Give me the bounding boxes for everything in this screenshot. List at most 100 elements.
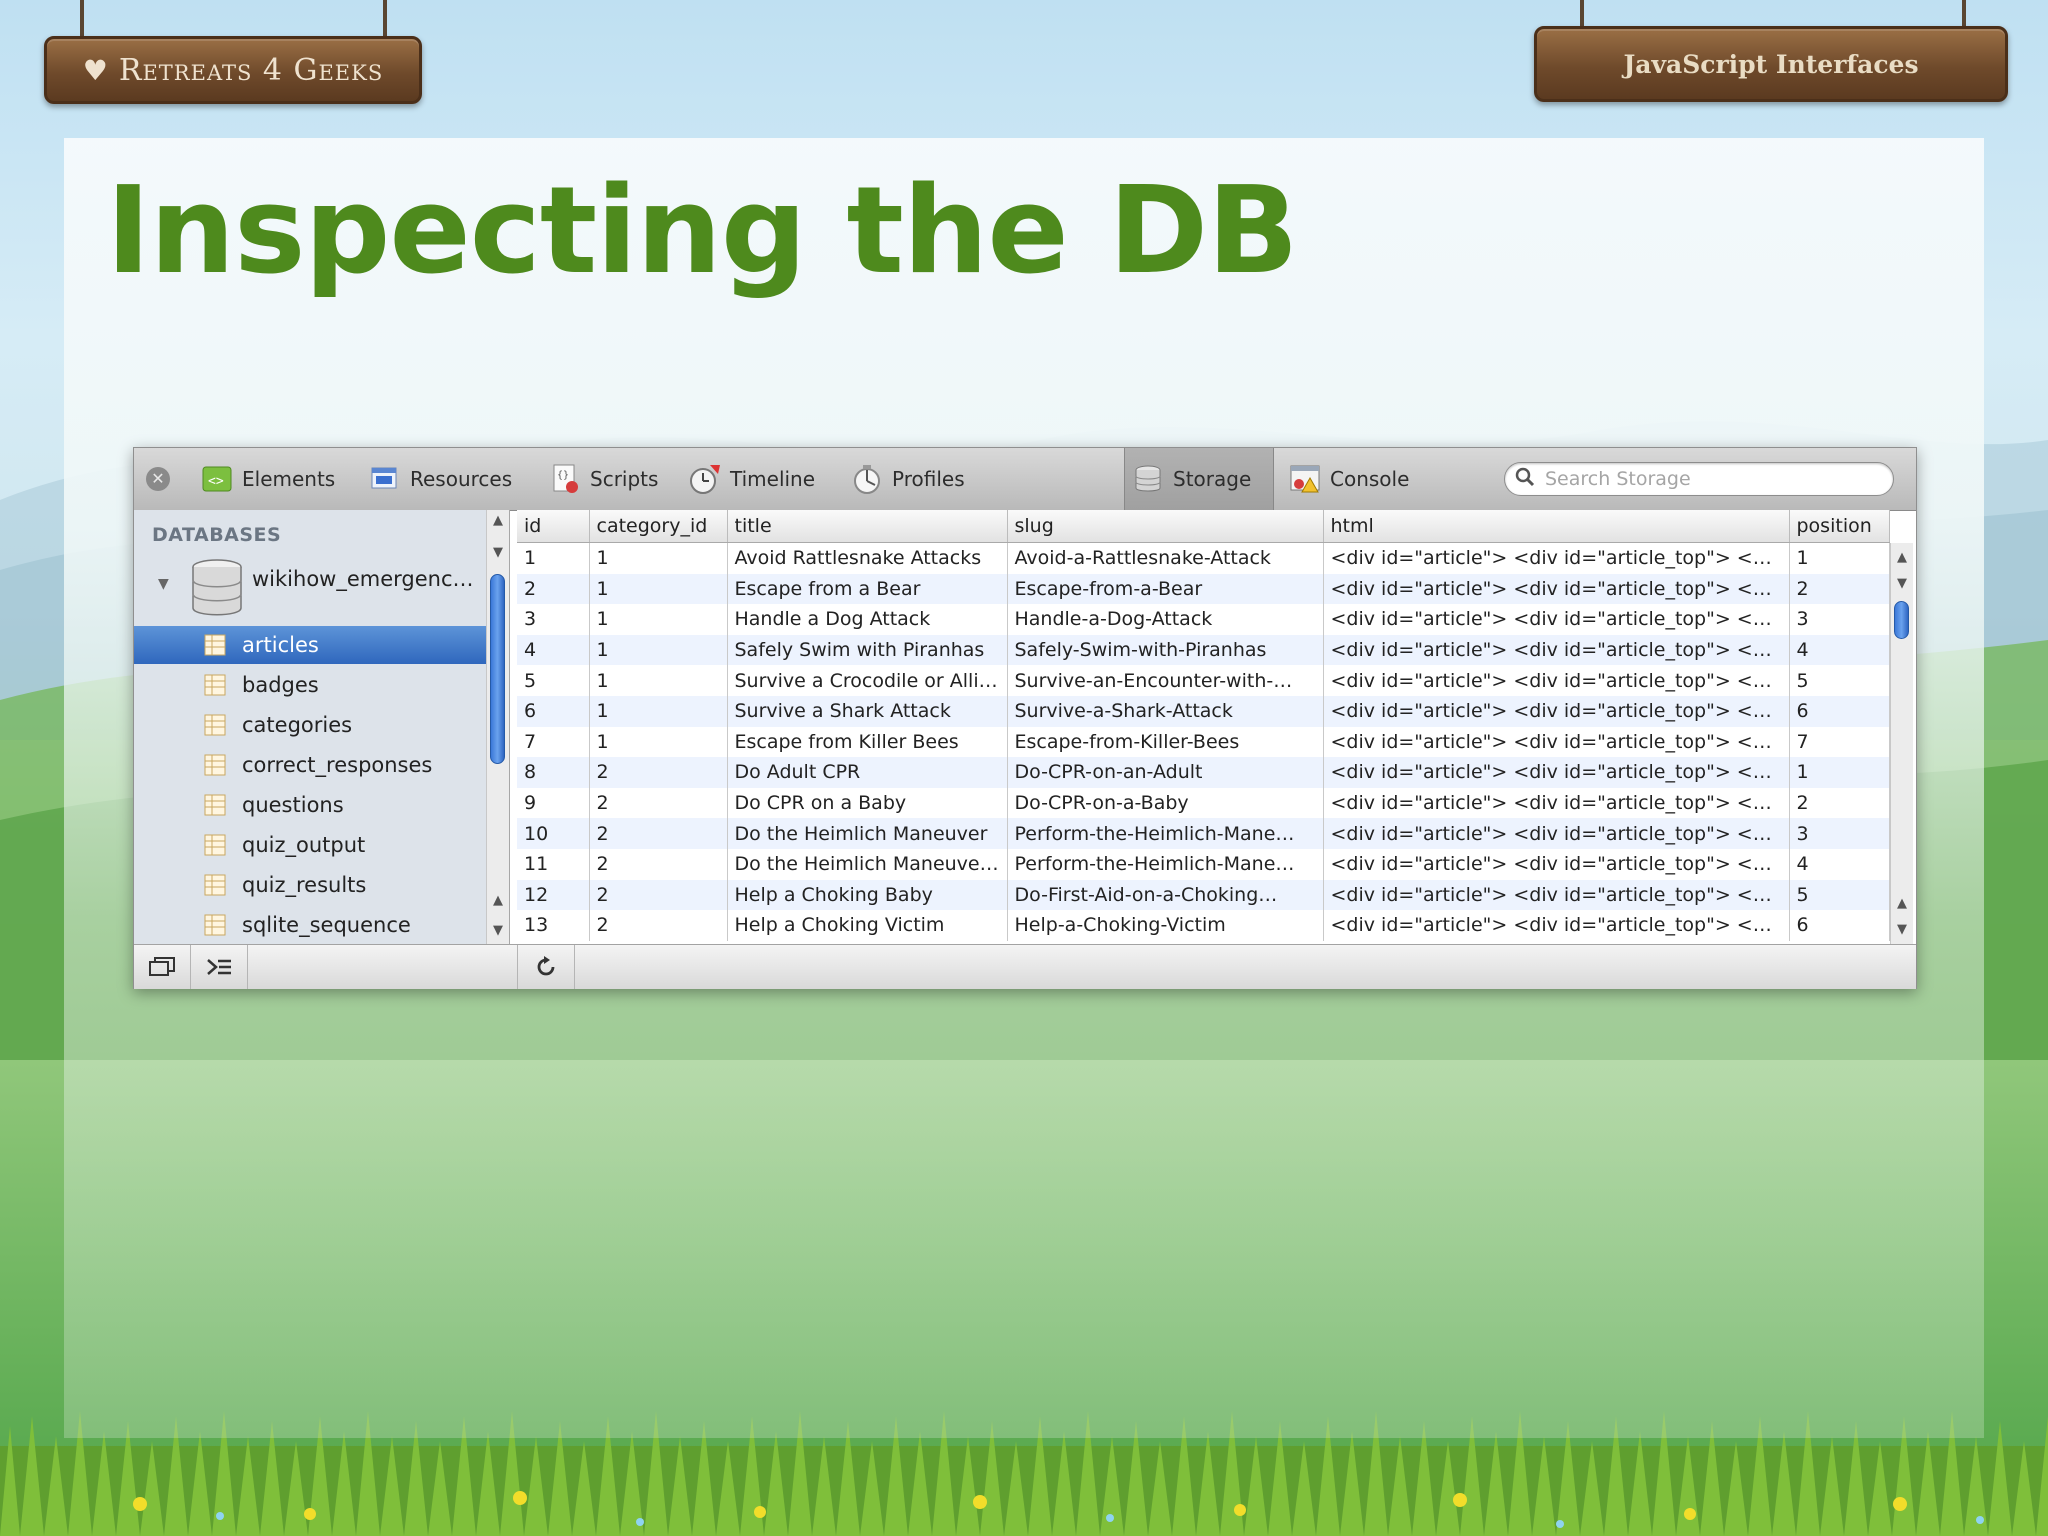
scrollbar-thumb[interactable] (490, 574, 505, 764)
cell-id: 10 (517, 818, 590, 849)
cell-category-id: 1 (589, 634, 728, 666)
resources-icon (368, 462, 402, 496)
close-button[interactable]: ✕ (146, 467, 170, 491)
course-title: JavaScript Interfaces (1623, 49, 1919, 79)
undock-icon (149, 957, 175, 976)
cell-html: <div id="article"> <div id="article_top"… (1323, 787, 1790, 819)
database-name: wikihow_emergenc… (252, 567, 474, 591)
scrollbar-thumb[interactable] (1894, 601, 1909, 639)
cell-title: Safely Swim with Piranhas (727, 634, 1008, 666)
search-storage-box[interactable] (1504, 462, 1894, 496)
table-row[interactable]: 6 1 Survive a Shark Attack Survive-a-Sha… (517, 695, 1890, 727)
disclosure-triangle-icon[interactable]: ▼ (158, 576, 169, 592)
column-header-id[interactable]: id (517, 510, 590, 543)
scroll-down-arrow-icon[interactable]: ▼ (1891, 919, 1913, 941)
sidebar-item-badges[interactable]: badges (134, 666, 486, 704)
cell-category-id: 2 (589, 910, 728, 941)
scroll-down-arrow-icon[interactable]: ▼ (487, 542, 509, 564)
table-icon (204, 754, 226, 776)
scroll-down-arrow-icon[interactable]: ▼ (1891, 573, 1913, 595)
table-row[interactable]: 8 2 Do Adult CPR Do-CPR-on-an-Adult <div… (517, 757, 1890, 788)
scroll-up-arrow-icon[interactable]: ▲ (1891, 893, 1913, 915)
brand-name: Retreats 4 Geeks (118, 52, 384, 88)
tab-scripts[interactable]: {} Scripts (542, 456, 664, 502)
search-storage-input[interactable] (1543, 467, 1887, 491)
tab-timeline[interactable]: Timeline (682, 456, 821, 502)
cell-category-id: 2 (589, 848, 728, 880)
table-row[interactable]: 11 2 Do the Heimlich Maneuve… Perform-th… (517, 848, 1890, 880)
sidebar-scrollbar[interactable]: ▲ ▼ ▲ ▼ (486, 510, 510, 944)
column-header-title[interactable]: title (727, 510, 1008, 543)
cell-title: Do Adult CPR (727, 757, 1008, 788)
scroll-down-arrow-icon[interactable]: ▼ (487, 920, 509, 942)
tab-resources[interactable]: Resources (362, 456, 518, 502)
cell-title: Avoid Rattlesnake Attacks (727, 542, 1008, 574)
table-row[interactable]: 4 1 Safely Swim with Piranhas Safely-Swi… (517, 634, 1890, 666)
table-icon (204, 794, 226, 816)
table-row[interactable]: 13 2 Help a Choking Victim Help-a-Chokin… (517, 910, 1890, 941)
cell-title: Do the Heimlich Maneuver (727, 818, 1008, 849)
rope (80, 0, 84, 40)
tab-elements[interactable]: <> Elements (194, 456, 341, 502)
sidebar-item-correct-responses[interactable]: correct_responses (134, 746, 486, 784)
scroll-up-arrow-icon[interactable]: ▲ (487, 890, 509, 912)
sidebar-item-articles[interactable]: articles (134, 626, 486, 664)
scroll-up-arrow-icon[interactable]: ▲ (1891, 547, 1913, 569)
cell-category-id: 2 (589, 757, 728, 788)
grid-scrollbar[interactable]: ▲ ▼ ▲ ▼ (1890, 543, 1913, 944)
column-header-html[interactable]: html (1323, 510, 1790, 543)
cell-position: 2 (1789, 787, 1890, 819)
cell-slug: Perform-the-Heimlich-Mane… (1007, 818, 1324, 849)
cell-title: Help a Choking Baby (727, 879, 1008, 911)
scroll-up-arrow-icon[interactable]: ▲ (487, 510, 509, 532)
table-row[interactable]: 1 1 Avoid Rattlesnake Attacks Avoid-a-Ra… (517, 542, 1890, 574)
table-row[interactable]: 3 1 Handle a Dog Attack Handle-a-Dog-Att… (517, 604, 1890, 635)
tab-console[interactable]: Console (1282, 456, 1415, 502)
console-toggle-button[interactable] (191, 945, 248, 989)
brand-sign: ♥ Retreats 4 Geeks (44, 36, 422, 104)
sidebar-item-questions[interactable]: questions (134, 786, 486, 824)
column-header-position[interactable]: position (1789, 510, 1890, 543)
cell-id: 2 (517, 573, 590, 605)
tab-label: Resources (410, 467, 513, 491)
sidebar-item-label: articles (242, 633, 319, 657)
sidebar-item-quiz-output[interactable]: quiz_output (134, 826, 486, 864)
table-row[interactable]: 7 1 Escape from Killer Bees Escape-from-… (517, 726, 1890, 758)
sidebar-item-categories[interactable]: categories (134, 706, 486, 744)
storage-icon (1131, 462, 1165, 496)
cell-id: 8 (517, 757, 590, 788)
table-row[interactable]: 5 1 Survive a Crocodile or Alli… Survive… (517, 665, 1890, 696)
sidebar-item-label: categories (242, 713, 353, 737)
table-row[interactable]: 9 2 Do CPR on a Baby Do-CPR-on-a-Baby <d… (517, 787, 1890, 819)
cell-title: Do the Heimlich Maneuve… (727, 848, 1008, 880)
database-item[interactable]: ▼ wikihow_emergenc… (134, 550, 486, 616)
tab-label: Console (1330, 467, 1410, 491)
tab-label: Timeline (730, 467, 816, 491)
cell-id: 4 (517, 634, 590, 666)
cell-position: 3 (1789, 604, 1890, 635)
undock-button[interactable] (134, 945, 191, 989)
tab-profiles[interactable]: Profiles (844, 456, 971, 502)
cell-title: Survive a Shark Attack (727, 695, 1008, 727)
tab-label: Storage (1173, 467, 1252, 491)
table-icon (204, 914, 226, 936)
slide-title: Inspecting the DB (106, 162, 1299, 301)
cell-title: Escape from Killer Bees (727, 726, 1008, 758)
table-icon (204, 834, 226, 856)
table-row[interactable]: 2 1 Escape from a Bear Escape-from-a-Bea… (517, 573, 1890, 605)
tab-storage[interactable]: Storage (1124, 448, 1274, 510)
cell-html: <div id="article"> <div id="article_top"… (1323, 695, 1790, 727)
table-row[interactable]: 12 2 Help a Choking Baby Do-First-Aid-on… (517, 879, 1890, 911)
sidebar-item-quiz-results[interactable]: quiz_results (134, 866, 486, 904)
table-row[interactable]: 10 2 Do the Heimlich Maneuver Perform-th… (517, 818, 1890, 849)
sidebar-item-label: questions (242, 793, 344, 817)
cell-slug: Help-a-Choking-Victim (1007, 910, 1324, 941)
sidebar-item-sqlite-sequence[interactable]: sqlite_sequence (134, 906, 486, 944)
sidebar-item-label: correct_responses (242, 753, 433, 777)
column-header-slug[interactable]: slug (1007, 510, 1324, 543)
cell-category-id: 2 (589, 818, 728, 849)
cell-title: Survive a Crocodile or Alli… (727, 665, 1008, 696)
cell-html: <div id="article"> <div id="article_top"… (1323, 757, 1790, 788)
column-header-category-id[interactable]: category_id (589, 510, 728, 543)
refresh-button[interactable] (517, 945, 575, 989)
